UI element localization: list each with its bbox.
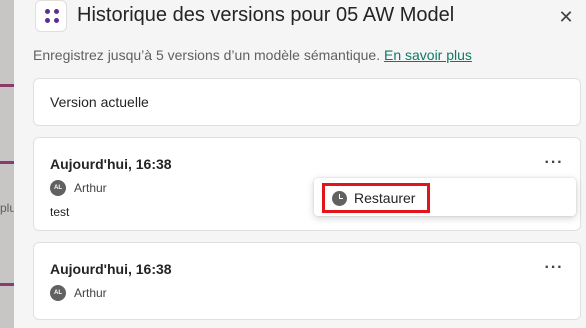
- background-divider: [0, 283, 14, 286]
- semantic-model-icon: [35, 0, 67, 32]
- panel-title: Historique des versions pour 05 AW Model: [77, 4, 455, 26]
- author-name: Arthur: [74, 181, 107, 195]
- background-text: plu: [0, 201, 14, 215]
- background-divider: [0, 84, 14, 87]
- version-author: AL Arthur: [50, 285, 107, 301]
- avatar: AL: [50, 285, 66, 301]
- version-timestamp: Aujourd'hui, 16:38: [50, 261, 172, 277]
- panel-header: Historique des versions pour 05 AW Model…: [14, 0, 586, 38]
- more-options-icon[interactable]: ···: [542, 259, 566, 277]
- avatar: AL: [50, 180, 66, 196]
- version-context-menu: Restaurer: [314, 178, 576, 216]
- background-divider: [0, 161, 14, 164]
- restore-menu-item[interactable]: Restaurer: [322, 183, 430, 213]
- background-app: plu: [0, 0, 14, 328]
- current-version-label: Version actuelle: [50, 94, 149, 110]
- version-history-panel: Historique des versions pour 05 AW Model…: [14, 0, 586, 328]
- close-icon[interactable]: ✕: [555, 6, 577, 28]
- version-card[interactable]: Aujourd'hui, 16:38 AL Arthur ···: [33, 242, 581, 320]
- more-options-icon[interactable]: ···: [542, 154, 566, 172]
- clock-icon: [332, 190, 347, 206]
- current-version-card[interactable]: Version actuelle: [33, 78, 581, 126]
- version-author: AL Arthur: [50, 180, 107, 196]
- learn-more-link[interactable]: En savoir plus: [384, 47, 472, 63]
- version-timestamp: Aujourd'hui, 16:38: [50, 156, 172, 172]
- restore-label: Restaurer: [354, 190, 416, 206]
- author-name: Arthur: [74, 286, 107, 300]
- version-comment: test: [50, 205, 70, 219]
- description-text: Enregistrez jusqu’à 5 versions d’un modè…: [33, 47, 384, 63]
- panel-description: Enregistrez jusqu’à 5 versions d’un modè…: [33, 47, 472, 63]
